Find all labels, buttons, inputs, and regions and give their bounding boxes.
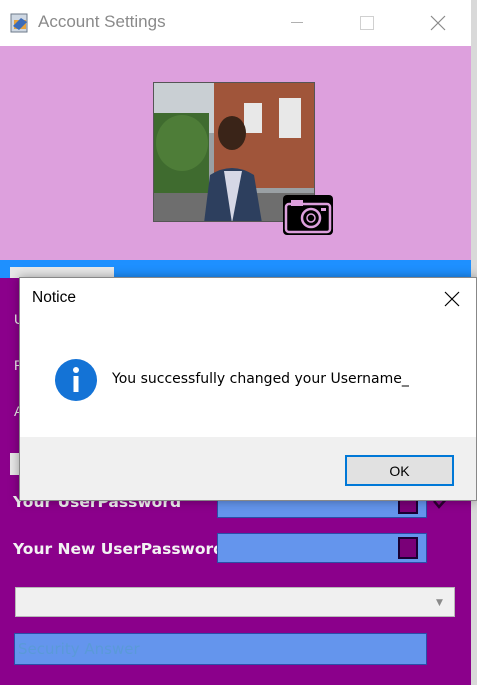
change-photo-button[interactable] — [283, 195, 333, 235]
maximize-icon — [360, 16, 374, 30]
dialog-title: Notice — [32, 289, 76, 306]
dialog-close-button[interactable] — [440, 287, 464, 311]
maximize-button[interactable] — [344, 0, 390, 46]
minimize-icon — [291, 22, 303, 23]
security-answer-input[interactable]: Security Answer — [14, 633, 427, 665]
info-icon — [55, 359, 97, 401]
window-title: Account Settings — [38, 12, 166, 31]
close-icon — [430, 15, 446, 31]
app-icon — [10, 13, 28, 33]
chevron-down-icon: ▼ — [436, 598, 443, 608]
dialog-message: You successfully changed your Username_ — [112, 371, 409, 387]
eye-icon[interactable] — [398, 537, 418, 559]
close-icon — [444, 291, 460, 307]
security-question-select[interactable] — [15, 587, 455, 617]
ok-button[interactable]: OK — [345, 455, 454, 486]
minimize-button[interactable] — [274, 0, 320, 46]
new-password-input[interactable] — [217, 533, 427, 563]
close-button[interactable] — [415, 0, 461, 46]
camera-icon — [284, 200, 332, 234]
new-password-label: Your New UserPassword — [13, 540, 225, 558]
